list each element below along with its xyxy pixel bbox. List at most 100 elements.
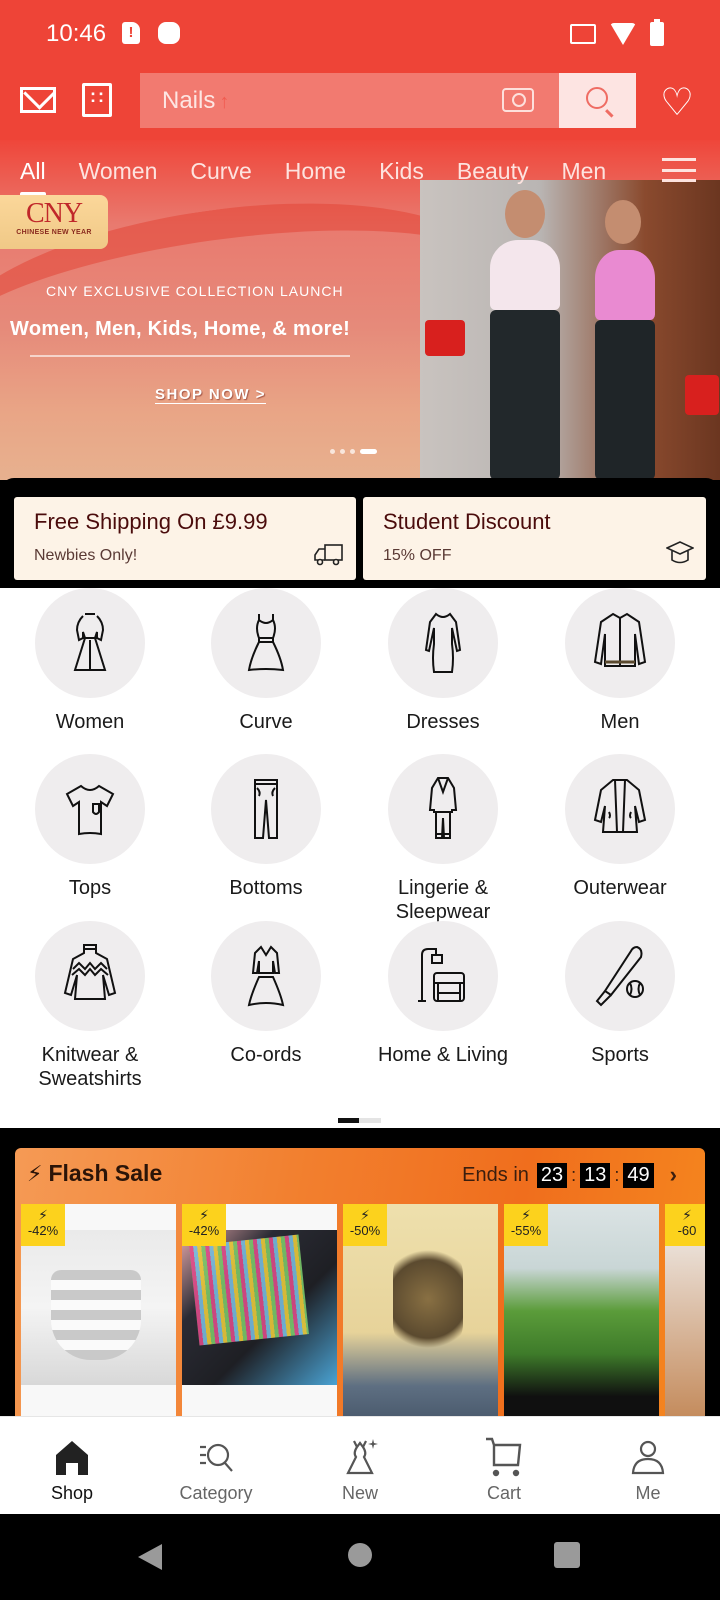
cny-badge-title: CNY <box>25 198 83 229</box>
cart-icon <box>486 1437 522 1477</box>
search-input[interactable]: Nails ↑ <box>140 73 560 128</box>
category-label: Sports <box>591 1044 649 1066</box>
category-label: Bottoms <box>229 877 303 899</box>
cny-badge[interactable]: CNY CHINESE NEW YEAR <box>0 195 108 249</box>
category-tops[interactable]: Tops <box>0 754 180 900</box>
flash-sale-header[interactable]: ⚡ Flash Sale <box>27 1160 162 1187</box>
nav-label: New <box>341 1483 378 1503</box>
product-card[interactable]: ⚡ -55% <box>504 1204 659 1418</box>
promo-subtitle: 15% OFF <box>383 547 452 564</box>
lightning-icon: ⚡ <box>521 1207 531 1223</box>
product-image-toy-basket <box>21 1230 176 1385</box>
carousel-dot <box>340 449 345 454</box>
category-scroll-indicator <box>338 1118 381 1123</box>
category-label: Tops <box>68 877 112 899</box>
category-sports[interactable]: Sports <box>530 921 710 1067</box>
two-piece-set-icon <box>247 945 285 1007</box>
coat-icon <box>593 779 647 833</box>
sofa-lamp-icon <box>418 948 465 1002</box>
flash-sale-section: ⚡ Flash Sale Ends in 23 : 13 : 49 › ⚡ -42… <box>0 1128 720 1418</box>
graduation-cap-icon <box>666 541 694 564</box>
chevron-right-icon[interactable]: › <box>670 1162 677 1188</box>
home-icon <box>56 1441 88 1475</box>
banner-photo <box>420 180 720 480</box>
category-outerwear[interactable]: Outerwear <box>530 754 710 900</box>
carousel-indicator <box>330 449 377 454</box>
product-card[interactable]: ⚡ -60 <box>665 1204 705 1418</box>
search-button[interactable] <box>559 73 636 128</box>
tab-all[interactable]: All <box>20 140 46 197</box>
lightning-icon: ⚡ <box>38 1207 48 1223</box>
tab-women[interactable]: Women <box>79 140 158 195</box>
promo-strip: Free Shipping On £9.99 Newbies Only! Stu… <box>0 478 720 588</box>
nav-label: Shop <box>50 1483 94 1503</box>
tab-men[interactable]: Men <box>561 140 606 195</box>
category-label: Knitwear & Sweatshirts <box>38 1044 142 1090</box>
discount-badge: ⚡ -50% <box>343 1204 387 1246</box>
bottom-navigation: Shop Category New Cart Me <box>0 1416 720 1514</box>
back-icon[interactable] <box>138 1544 162 1570</box>
bodycon-dress-icon <box>424 612 462 673</box>
flash-sale-panel: ⚡ Flash Sale Ends in 23 : 13 : 49 › ⚡ -42… <box>15 1148 705 1418</box>
nav-shop[interactable]: Shop <box>0 1417 144 1514</box>
category-label: Outerwear <box>573 877 667 899</box>
search-icon <box>586 87 608 109</box>
nav-category[interactable]: Category <box>144 1417 288 1514</box>
tab-home[interactable]: Home <box>285 140 346 195</box>
heart-icon[interactable]: ♡ <box>660 84 694 122</box>
category-co-ords[interactable]: Co-ords <box>176 921 356 1067</box>
category-label: Dresses <box>406 711 480 733</box>
pajamas-icon <box>428 777 458 839</box>
pants-icon <box>254 779 278 839</box>
ends-in-label: Ends in <box>462 1163 529 1186</box>
model-top <box>595 250 655 320</box>
lightning-icon: ⚡ <box>682 1207 692 1223</box>
category-knitwear-sweatshirts[interactable]: Knitwear & Sweatshirts <box>0 921 180 1091</box>
product-card[interactable]: ⚡ -50% <box>343 1204 498 1418</box>
check-in-calendar-icon[interactable] <box>82 83 112 117</box>
nav-label: Category <box>179 1483 253 1503</box>
product-card[interactable]: ⚡ -42% <box>21 1204 176 1418</box>
nav-cart[interactable]: Cart <box>432 1417 576 1514</box>
lightning-icon: ⚡ <box>27 1160 43 1186</box>
camera-icon[interactable] <box>502 88 534 112</box>
mail-icon[interactable] <box>20 87 56 113</box>
menu-icon[interactable] <box>662 158 696 182</box>
cny-badge-subtitle: CHINESE NEW YEAR <box>16 229 92 236</box>
flash-sale-title: Flash Sale <box>48 1160 163 1186</box>
tab-beauty[interactable]: Beauty <box>457 140 529 195</box>
flash-sale-countdown[interactable]: Ends in 23 : 13 : 49 › <box>462 1162 677 1188</box>
nav-me[interactable]: Me <box>576 1417 720 1514</box>
category-home-living[interactable]: Home & Living <box>353 921 533 1067</box>
countdown-separator: : <box>571 1164 577 1185</box>
hero-banner[interactable]: All Women Curve Home Kids Beauty Men CNY… <box>0 140 720 480</box>
category-curve[interactable]: Curve <box>176 588 356 734</box>
category-lingerie-sleepwear[interactable]: Lingerie & Sleepwear <box>353 754 533 924</box>
nav-new[interactable]: New <box>288 1417 432 1514</box>
discount-badge: ⚡ -42% <box>182 1204 226 1246</box>
category-label: Lingerie & Sleepwear <box>395 877 491 923</box>
home-button-icon[interactable] <box>348 1543 372 1567</box>
model-head <box>605 200 641 244</box>
student-discount-card[interactable]: Student Discount 15% OFF <box>363 497 706 580</box>
nav-label: Cart <box>486 1483 521 1503</box>
category-men[interactable]: Men <box>530 588 710 734</box>
category-women[interactable]: Women <box>0 588 180 734</box>
category-bottoms[interactable]: Bottoms <box>176 754 356 900</box>
shop-now-link[interactable]: SHOP NOW > <box>155 386 266 404</box>
tab-kids[interactable]: Kids <box>379 140 424 195</box>
category-label: Men <box>600 711 640 733</box>
red-bag <box>685 375 719 415</box>
recent-apps-icon[interactable] <box>554 1542 580 1568</box>
discount-badge: ⚡ -42% <box>21 1204 65 1246</box>
free-shipping-card[interactable]: Free Shipping On £9.99 Newbies Only! <box>14 497 356 580</box>
app-header: Nails↑ ♡ <box>0 70 720 140</box>
status-time: 10:46 <box>46 20 107 47</box>
category-label: Home & Living <box>377 1044 509 1066</box>
model-pants <box>490 310 560 480</box>
tab-curve[interactable]: Curve <box>190 140 251 195</box>
product-card[interactable]: ⚡ -42% <box>182 1204 337 1418</box>
category-dresses[interactable]: Dresses <box>353 588 533 734</box>
wifi-icon <box>610 23 636 45</box>
truck-icon <box>314 544 343 566</box>
